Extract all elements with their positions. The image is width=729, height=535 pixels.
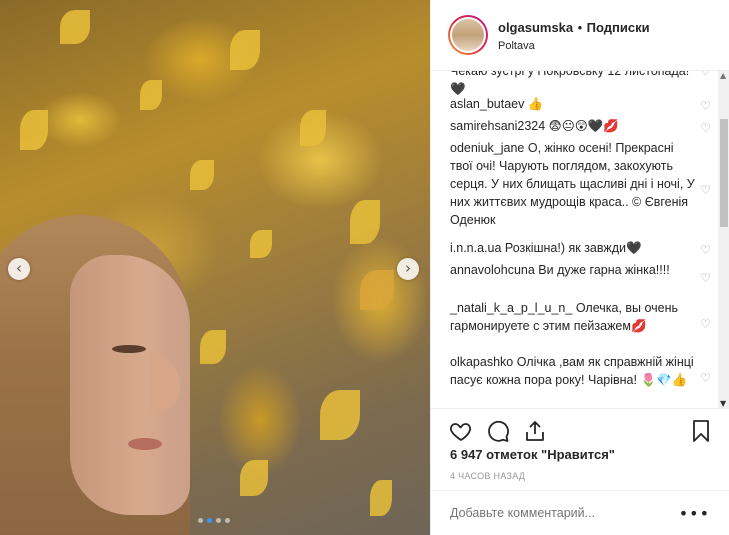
post-timestamp: 4 ЧАСОВ НАЗАД <box>450 471 526 481</box>
heart-icon[interactable]: ♡ <box>700 315 711 333</box>
comment-bubble-icon[interactable] <box>486 419 510 443</box>
comment-user[interactable]: samirehsani2324 <box>450 119 545 133</box>
comment-text: Чекаю зустрі у Покровську 12 листопада!🖤 <box>450 71 690 96</box>
follow-button[interactable]: Подписки <box>587 20 650 35</box>
add-comment-input[interactable] <box>450 506 670 520</box>
carousel-dots <box>198 518 230 523</box>
comment-text: Розкішна!) як завжди🖤 <box>501 241 642 255</box>
action-bar <box>431 408 729 449</box>
separator: • <box>577 19 583 35</box>
heart-icon[interactable]: ♡ <box>700 119 711 137</box>
scroll-down-icon[interactable]: ▼ <box>720 399 726 408</box>
bookmark-icon[interactable] <box>689 419 713 443</box>
comment-user[interactable]: odeniuk_jane <box>450 141 524 155</box>
comment-text: 👍 <box>524 97 544 111</box>
carousel-dot-active <box>207 518 212 523</box>
post-photo[interactable]: ‹ › <box>0 0 430 535</box>
comment: odeniuk_jane О, жінко осені! Прекрасні т… <box>450 139 711 229</box>
heart-icon[interactable]: ♡ <box>700 369 711 387</box>
post-header: olgasumska • Подписки Poltava <box>431 0 729 71</box>
prev-arrow-icon[interactable]: ‹ <box>8 258 30 280</box>
comment: _natali_k_a_p_l_u_n_ Олечка, вы очень га… <box>450 299 711 335</box>
comment-text: 😨😐😲🖤💋 <box>545 119 619 133</box>
carousel-dot <box>225 518 230 523</box>
comment: aslan_butaev 👍 ♡ <box>450 95 711 113</box>
heart-icon[interactable]: ♡ <box>700 71 711 80</box>
heart-icon[interactable]: ♡ <box>700 97 711 115</box>
like-heart-icon[interactable] <box>449 419 473 443</box>
comment: olkapashko Олічка ,вам як справжній жінц… <box>450 353 711 389</box>
comment-user[interactable]: aslan_butaev <box>450 97 524 111</box>
comment: i.n.n.a.ua Розкішна!) як завжди🖤 ♡ <box>450 239 711 257</box>
heart-icon[interactable]: ♡ <box>700 181 711 199</box>
post-panel: olgasumska • Подписки Poltava Чекаю зуст… <box>430 0 729 535</box>
comments-list: Чекаю зустрі у Покровську 12 листопада!🖤… <box>431 71 717 408</box>
comment-text: Ви дуже гарна жінка!!!! <box>534 263 670 277</box>
comments-scrollbar[interactable]: ▲ ▼ <box>718 71 729 408</box>
comment: annavolohcuna Ви дуже гарна жінка!!!! ♡ <box>450 261 711 285</box>
add-comment-bar: ••• <box>431 490 729 535</box>
comment-user[interactable]: i.n.n.a.ua <box>450 241 501 255</box>
heart-icon[interactable]: ♡ <box>700 269 711 287</box>
comment: samirehsani2324 😨😐😲🖤💋 ♡ <box>450 117 711 135</box>
carousel-dot <box>198 518 203 523</box>
carousel-dot <box>216 518 221 523</box>
next-arrow-icon[interactable]: › <box>397 258 419 280</box>
location-link[interactable]: Poltava <box>498 40 650 52</box>
share-icon[interactable] <box>523 419 547 443</box>
scroll-thumb[interactable] <box>720 119 728 227</box>
comment-user[interactable]: _natali_k_a_p_l_u_n_ <box>450 301 572 315</box>
comment-user[interactable]: annavolohcuna <box>450 263 535 277</box>
username-link[interactable]: olgasumska <box>498 20 573 35</box>
comment: Чекаю зустрі у Покровську 12 листопада!🖤… <box>450 71 711 98</box>
more-options-icon[interactable]: ••• <box>679 504 710 523</box>
heart-icon[interactable]: ♡ <box>700 241 711 259</box>
comment-user[interactable]: olkapashko <box>450 355 513 369</box>
scroll-up-icon[interactable]: ▲ <box>720 71 726 80</box>
likes-count[interactable]: 6 947 отметок "Нравится" <box>450 447 615 462</box>
avatar[interactable] <box>448 15 488 55</box>
